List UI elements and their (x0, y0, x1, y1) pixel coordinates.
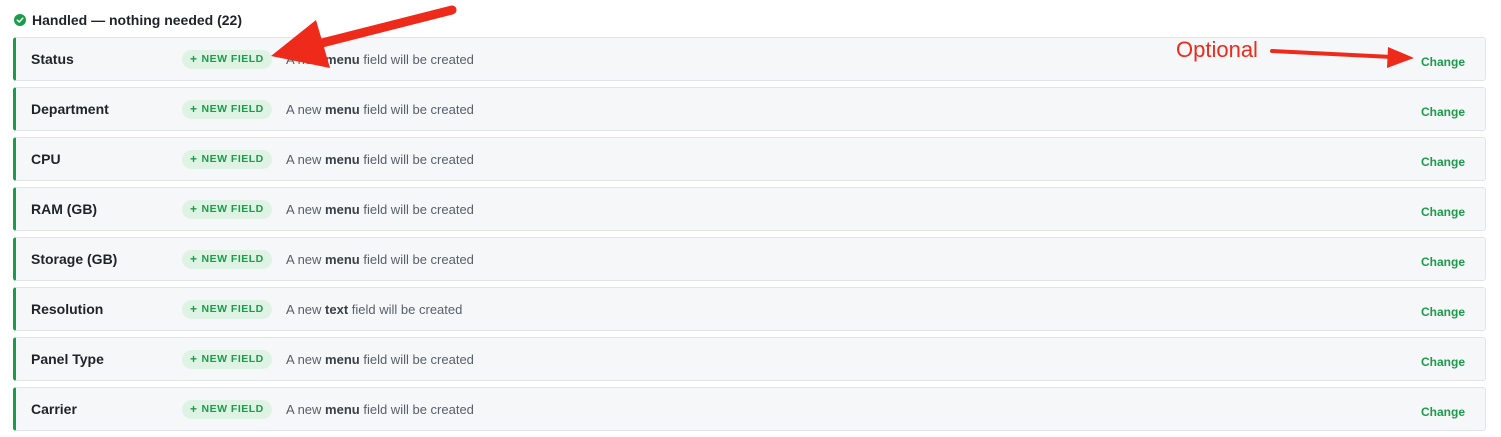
badge-label: NEW FIELD (201, 403, 264, 415)
new-field-badge: + NEW FIELD (182, 149, 272, 169)
field-name: Carrier (31, 401, 77, 417)
change-button[interactable]: Change (1421, 205, 1465, 219)
change-button[interactable]: Change (1421, 155, 1465, 169)
change-button[interactable]: Change (1421, 305, 1465, 319)
field-name: RAM (GB) (31, 201, 98, 217)
table-row: Carrier + NEW FIELD A new menu field will… (13, 387, 1486, 431)
field-description: A new menu field will be created (286, 151, 474, 167)
plus-icon: + (190, 52, 198, 66)
field-description: A new menu field will be created (286, 51, 474, 67)
field-description: A new menu field will be created (286, 201, 474, 217)
field-name: Department (31, 101, 109, 117)
field-list: Status + NEW FIELD A new menu field will … (13, 37, 1486, 437)
badge-label: NEW FIELD (201, 203, 264, 215)
plus-icon: + (190, 402, 198, 416)
change-button[interactable]: Change (1421, 255, 1465, 269)
badge-label: NEW FIELD (201, 353, 264, 365)
new-field-badge: + NEW FIELD (182, 249, 272, 269)
badge-label: NEW FIELD (201, 53, 264, 65)
table-row: Resolution + NEW FIELD A new text field w… (13, 287, 1486, 331)
badge-label: NEW FIELD (201, 153, 264, 165)
table-row: Department + NEW FIELD A new menu field w… (13, 87, 1486, 131)
plus-icon: + (190, 152, 198, 166)
change-button[interactable]: Change (1421, 105, 1465, 119)
badge-label: NEW FIELD (201, 303, 264, 315)
badge-label: NEW FIELD (201, 103, 264, 115)
new-field-badge: + NEW FIELD (182, 399, 272, 419)
table-row: RAM (GB) + NEW FIELD A new menu field wil… (13, 187, 1486, 231)
table-row: Status + NEW FIELD A new menu field will … (13, 37, 1486, 81)
table-row: Storage (GB) + NEW FIELD A new menu field… (13, 237, 1486, 281)
field-name: Status (31, 51, 74, 67)
section-header: Handled — nothing needed (22) (14, 10, 242, 30)
plus-icon: + (190, 252, 198, 266)
badge-label: NEW FIELD (201, 253, 264, 265)
new-field-badge: + NEW FIELD (182, 349, 272, 369)
section-title: Handled — nothing needed (22) (32, 12, 243, 28)
field-name: Storage (GB) (31, 251, 118, 267)
new-field-badge: + NEW FIELD (182, 299, 272, 319)
field-description: A new menu field will be created (286, 251, 474, 267)
plus-icon: + (190, 202, 198, 216)
field-name: Panel Type (31, 351, 104, 367)
check-circle-icon (14, 14, 26, 26)
new-field-badge: + NEW FIELD (182, 49, 272, 69)
new-field-badge: + NEW FIELD (182, 199, 272, 219)
field-description: A new menu field will be created (286, 101, 474, 117)
field-description: A new menu field will be created (286, 351, 474, 367)
change-button[interactable]: Change (1421, 55, 1465, 69)
plus-icon: + (190, 352, 198, 366)
field-description: A new text field will be created (286, 301, 463, 317)
field-description: A new menu field will be created (286, 401, 474, 417)
plus-icon: + (190, 302, 198, 316)
field-name: CPU (31, 151, 61, 167)
field-name: Resolution (31, 301, 104, 317)
change-button[interactable]: Change (1421, 405, 1465, 419)
change-button[interactable]: Change (1421, 355, 1465, 369)
table-row: Panel Type + NEW FIELD A new menu field w… (13, 337, 1486, 381)
table-row: CPU + NEW FIELD A new menu field will be … (13, 137, 1486, 181)
plus-icon: + (190, 102, 198, 116)
new-field-badge: + NEW FIELD (182, 99, 272, 119)
annotation-label: Optional (1176, 37, 1258, 62)
